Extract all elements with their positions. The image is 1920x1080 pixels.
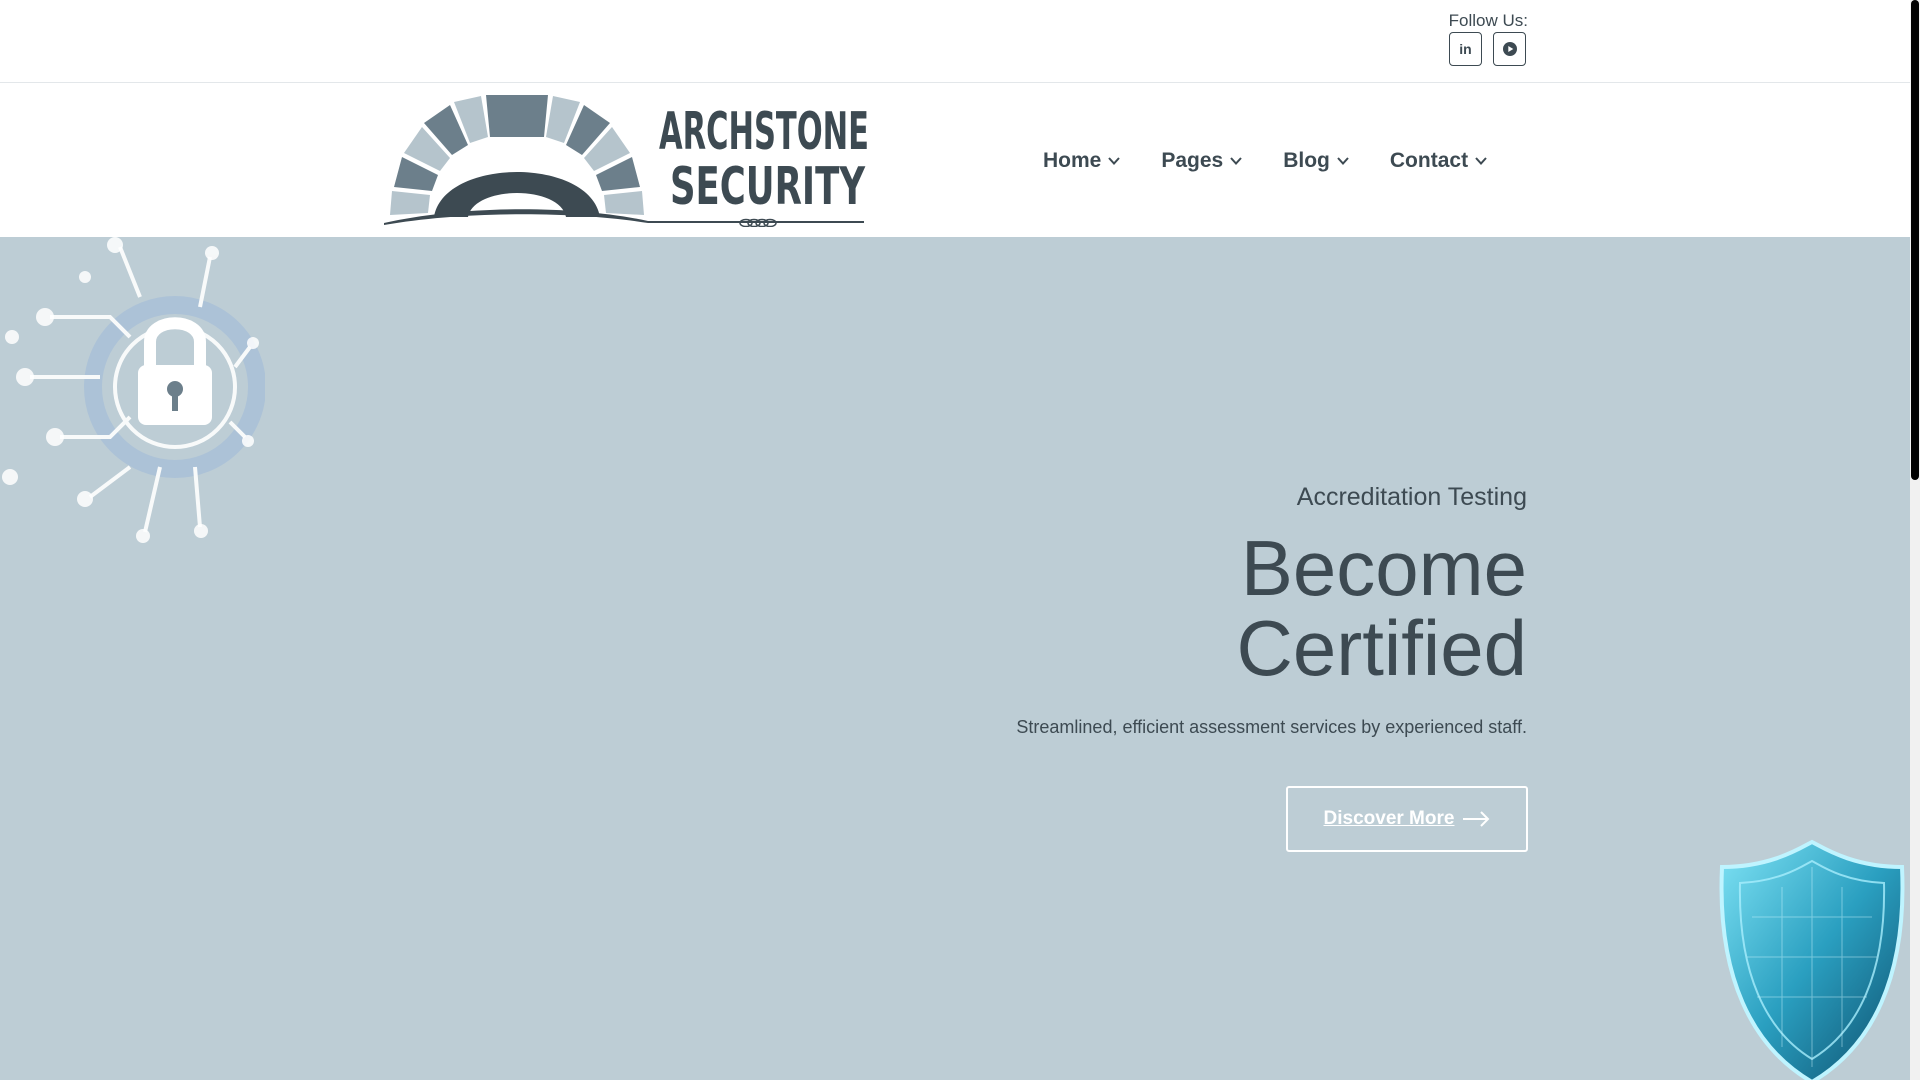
hero-headline-line1: Become	[1240, 524, 1527, 612]
arrow-right-icon	[1463, 811, 1490, 827]
linkedin-button[interactable]: in	[1449, 32, 1482, 66]
logo-line2: SECURITY	[670, 157, 866, 217]
hero-subtext: Streamlined, efficient assessment servic…	[1016, 717, 1527, 737]
hero-headline-line2: Certified	[1236, 604, 1527, 692]
chevron-down-icon	[1230, 157, 1242, 165]
youtube-icon	[1502, 42, 1517, 56]
main-nav: Home Pages Blog Contact	[1043, 149, 1528, 173]
top-bar: Follow Us: in	[0, 0, 1910, 83]
arch-segments	[390, 95, 644, 217]
archstone-security-logo[interactable]: ARCHSTONE SECURITY	[384, 87, 874, 227]
hero-section: Accreditation Testing Become Certified S…	[0, 237, 1910, 1080]
padlock-circuit-illustration	[2, 237, 265, 543]
hero-headline: Become Certified	[927, 528, 1527, 688]
nav-home-label: Home	[1043, 149, 1102, 172]
logo-line1: ARCHSTONE	[659, 102, 869, 162]
youtube-button[interactable]	[1493, 32, 1526, 66]
nav-blog[interactable]: Blog	[1283, 149, 1350, 173]
page: Follow Us: in ARCHSTONE SECURITY Home Pa…	[0, 0, 1910, 1080]
nav-contact[interactable]: Contact	[1390, 149, 1488, 173]
nav-home[interactable]: Home	[1043, 149, 1121, 173]
chevron-down-icon	[1337, 157, 1349, 165]
discover-more-button[interactable]: Discover More	[1286, 786, 1528, 852]
linkedin-icon: in	[1459, 41, 1472, 57]
nav-pages-label: Pages	[1161, 149, 1224, 172]
chevron-down-icon	[1108, 157, 1121, 165]
discover-more-label: Discover More	[1323, 808, 1455, 829]
shield-illustration	[1719, 839, 1905, 1080]
follow-us-label: Follow Us:	[1448, 11, 1528, 30]
scrollbar-thumb[interactable]	[1911, 0, 1919, 480]
hero-eyebrow: Accreditation Testing	[1296, 483, 1527, 511]
chevron-down-icon	[1475, 157, 1487, 165]
nav-contact-label: Contact	[1389, 149, 1469, 172]
site-header: ARCHSTONE SECURITY Home Pages Blog Conta…	[0, 83, 1910, 237]
nav-pages[interactable]: Pages	[1161, 149, 1243, 173]
nav-blog-label: Blog	[1283, 149, 1330, 172]
